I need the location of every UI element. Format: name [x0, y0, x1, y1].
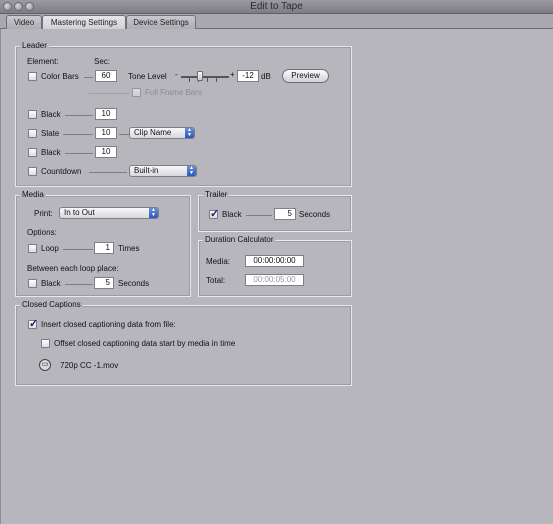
- print-value: In to Out: [64, 208, 95, 217]
- media-duration-label: Media:: [206, 257, 231, 266]
- color-bars-connector: [84, 77, 93, 78]
- total-duration-field: 00:00:05:00: [245, 274, 304, 286]
- slider-tick: [189, 78, 190, 82]
- loop-black-seconds-field[interactable]: 5: [94, 277, 114, 289]
- color-bars-checkbox[interactable]: [28, 72, 37, 81]
- element-header: Element:: [27, 57, 59, 66]
- choose-file-button[interactable]: ▭: [39, 359, 51, 371]
- media-duration-field[interactable]: 00:00:00:00: [245, 255, 304, 267]
- trailer-black-label: Black: [222, 210, 242, 219]
- full-frame-connector: [89, 93, 129, 94]
- full-frame-bars-checkbox[interactable]: [132, 88, 141, 97]
- loop-black-seconds-label: Seconds: [118, 279, 150, 288]
- chevron-updown-icon: ▲ ▼: [187, 166, 196, 176]
- print-label: Print:: [34, 209, 53, 218]
- trailer-black-connector: [246, 215, 272, 216]
- slate-popup-connector: [119, 134, 129, 135]
- slider-tick: [216, 78, 217, 82]
- trailer-black-seconds-field[interactable]: 5: [274, 208, 296, 220]
- duration-calculator-title: Duration Calculator: [203, 235, 276, 244]
- countdown-connector: [89, 172, 127, 173]
- tone-level-label: Tone Level: [128, 72, 167, 81]
- color-bars-label: Color Bars: [41, 72, 79, 81]
- db-unit-label: dB: [261, 72, 271, 81]
- black-leader-1-label: Black: [41, 110, 61, 119]
- tone-plus-label: +: [230, 70, 235, 79]
- leader-title: Leader: [20, 41, 49, 50]
- title-bar: Edit to Tape: [0, 0, 553, 14]
- countdown-checkbox[interactable]: [28, 167, 37, 176]
- tab-device-settings[interactable]: Device Settings: [126, 15, 196, 29]
- black-1-connector: [65, 115, 93, 116]
- print-popup[interactable]: In to Out ▲ ▼: [59, 207, 159, 219]
- caption-file-name: 720p CC -1.mov: [60, 361, 119, 370]
- loop-times-field[interactable]: 1: [94, 242, 114, 254]
- insert-captions-checkbox[interactable]: [28, 317, 38, 330]
- loop-black-label: Black: [41, 279, 61, 288]
- slider-tick: [207, 78, 208, 82]
- full-frame-bars-label: Full Frame Bars: [145, 88, 202, 97]
- loop-label: Loop: [41, 244, 59, 253]
- black-leader-2-label: Black: [41, 148, 61, 157]
- loop-black-checkbox[interactable]: [28, 279, 37, 288]
- color-bars-seconds-field[interactable]: 60: [95, 70, 117, 82]
- duration-calculator-group: Duration Calculator: [198, 235, 352, 297]
- offset-captions-checkbox[interactable]: [41, 339, 50, 348]
- window-title: Edit to Tape: [250, 1, 303, 12]
- countdown-type-popup[interactable]: Built-in ▲ ▼: [129, 165, 197, 177]
- trailer-seconds-label: Seconds: [299, 210, 331, 219]
- black-leader-2-seconds-field[interactable]: 10: [95, 146, 117, 158]
- countdown-type-value: Built-in: [134, 166, 159, 175]
- slate-source-value: Clip Name: [134, 128, 172, 137]
- insert-captions-label: Insert closed captioning data from file:: [41, 320, 176, 329]
- media-title: Media: [20, 190, 46, 199]
- slate-seconds-field[interactable]: 10: [95, 127, 117, 139]
- black-leader-2-checkbox[interactable]: [28, 148, 37, 157]
- tab-mastering-settings[interactable]: Mastering Settings: [42, 15, 126, 30]
- folder-icon: ▭: [41, 361, 49, 368]
- tone-level-field[interactable]: -12: [237, 70, 259, 82]
- options-label: Options:: [27, 228, 57, 237]
- slate-connector: [63, 134, 93, 135]
- between-loop-label: Between each loop place:: [27, 264, 119, 273]
- chevron-updown-icon: ▲ ▼: [185, 128, 194, 138]
- tone-level-slider-knob[interactable]: [197, 71, 203, 81]
- tab-content: Leader Element: Sec: Color Bars 60 Tone …: [0, 29, 553, 524]
- tone-minus-label: -: [175, 70, 178, 79]
- offset-captions-label: Offset closed captioning data start by m…: [54, 339, 236, 348]
- black-leader-1-seconds-field[interactable]: 10: [95, 108, 117, 120]
- loop-checkbox[interactable]: [28, 244, 37, 253]
- tab-bar: Video Mastering Settings Device Settings: [0, 14, 553, 30]
- total-duration-label: Total:: [206, 276, 226, 285]
- black-leader-1-checkbox[interactable]: [28, 110, 37, 119]
- loop-connector: [63, 249, 93, 250]
- black-2-connector: [65, 153, 93, 154]
- slate-checkbox[interactable]: [28, 129, 37, 138]
- tab-video[interactable]: Video: [6, 15, 42, 29]
- loop-black-connector: [65, 284, 93, 285]
- slate-source-popup[interactable]: Clip Name ▲ ▼: [129, 127, 195, 139]
- closed-captions-title: Closed Captions: [20, 300, 83, 309]
- slate-label: Slate: [41, 129, 60, 138]
- trailer-black-checkbox[interactable]: [209, 207, 219, 220]
- times-label: Times: [118, 244, 140, 253]
- sec-header: Sec:: [94, 57, 111, 66]
- countdown-label: Countdown: [41, 167, 82, 176]
- trailer-title: Trailer: [203, 190, 230, 199]
- chevron-updown-icon: ▲ ▼: [149, 208, 158, 218]
- preview-button[interactable]: Preview: [282, 69, 329, 83]
